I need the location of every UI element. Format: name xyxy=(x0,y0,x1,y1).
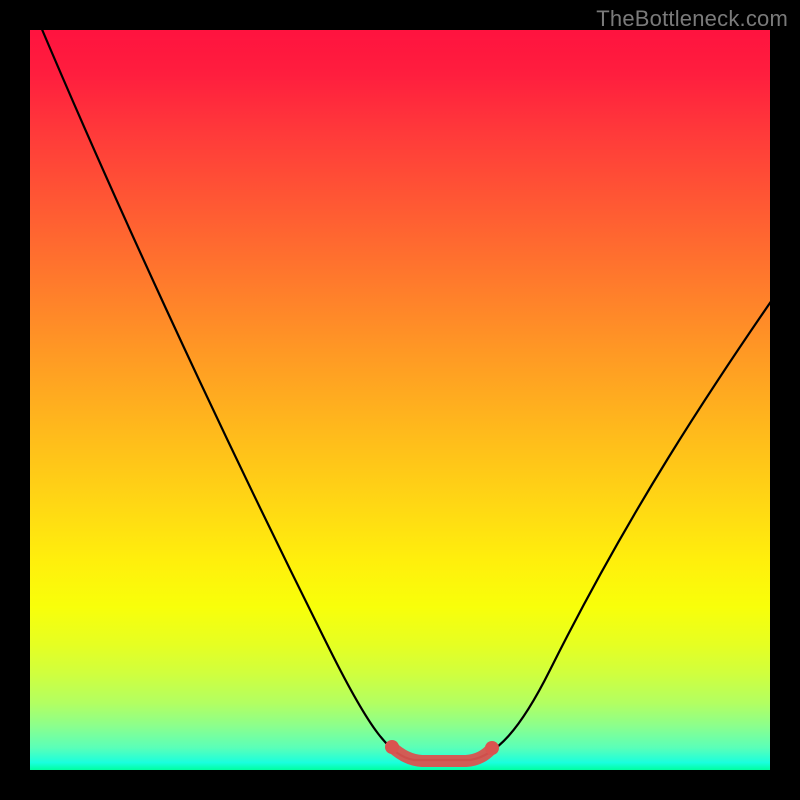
optimal-range-start-dot xyxy=(385,740,399,754)
chart-frame: TheBottleneck.com xyxy=(0,0,800,800)
bottleneck-curve xyxy=(38,20,772,760)
optimal-range-highlight xyxy=(392,747,492,761)
bottleneck-curve-svg xyxy=(30,30,770,770)
plot-area xyxy=(30,30,770,770)
watermark-text: TheBottleneck.com xyxy=(596,6,788,32)
optimal-range-end-dot xyxy=(485,741,499,755)
